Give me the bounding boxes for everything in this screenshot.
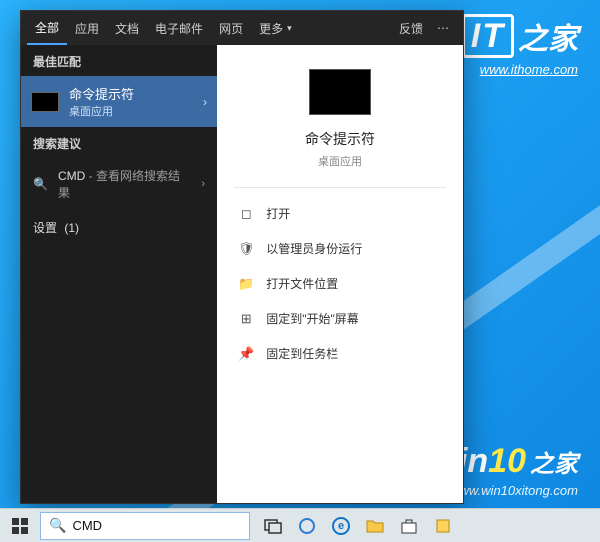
best-match-title: 命令提示符 <box>69 84 193 103</box>
results-left-pane: 最佳匹配 命令提示符 桌面应用 › 搜索建议 🔍 CMD - 查看网络搜索结果 … <box>21 45 217 503</box>
action-pin-start-label: 固定到"开始"屏幕 <box>266 310 359 327</box>
action-admin-label: 以管理员身份运行 <box>266 240 362 257</box>
settings-label: 设置 <box>33 221 57 235</box>
taskbar-search-box[interactable]: 🔍 <box>40 512 250 540</box>
cortana-icon <box>298 517 316 535</box>
search-panel: 全部 应用 文档 电子邮件 网页 更多 ▾ 反馈 ⋯ 最佳匹配 命令提示符 桌面… <box>20 10 464 504</box>
start-button[interactable] <box>0 509 40 542</box>
tab-web[interactable]: 网页 <box>211 11 251 45</box>
task-view-icon <box>264 517 282 535</box>
search-suggestions-label: 搜索建议 <box>21 127 217 158</box>
search-icon: 🔍 <box>49 517 66 534</box>
pin-start-icon: ⊞ <box>238 311 254 327</box>
shield-icon: 🛡 <box>238 241 254 257</box>
action-open[interactable]: ◻ 打开 <box>234 198 446 229</box>
more-options-button[interactable]: ⋯ <box>431 21 457 35</box>
action-run-as-admin[interactable]: 🛡 以管理员身份运行 <box>234 233 446 264</box>
zhijia-text: 之家 <box>530 444 578 479</box>
app-icon <box>434 517 452 535</box>
edge-button[interactable]: e <box>324 509 358 542</box>
preview-title: 命令提示符 <box>305 129 375 149</box>
ithome-url: www.ithome.com <box>462 62 578 77</box>
action-pin-to-taskbar[interactable]: 📌 固定到任务栏 <box>234 338 446 369</box>
action-open-file-location[interactable]: 📁 打开文件位置 <box>234 268 446 299</box>
tab-all[interactable]: 全部 <box>27 11 67 45</box>
chevron-right-icon: › <box>201 178 205 190</box>
task-view-button[interactable] <box>256 509 290 542</box>
app-button[interactable] <box>426 509 460 542</box>
ithome-zhi: 之家 <box>518 14 578 58</box>
chevron-down-icon: ▾ <box>287 23 292 34</box>
action-location-label: 打开文件位置 <box>266 275 338 292</box>
preview-sub: 桌面应用 <box>318 153 362 169</box>
tab-more[interactable]: 更多 ▾ <box>251 11 300 45</box>
best-match-sub: 桌面应用 <box>69 103 193 119</box>
tab-email[interactable]: 电子邮件 <box>147 11 211 45</box>
feedback-link[interactable]: 反馈 <box>391 11 431 45</box>
action-pin-to-start[interactable]: ⊞ 固定到"开始"屏幕 <box>234 303 446 334</box>
store-button[interactable] <box>392 509 426 542</box>
action-pin-taskbar-label: 固定到任务栏 <box>266 345 338 362</box>
tab-apps[interactable]: 应用 <box>67 11 107 45</box>
folder-icon <box>366 517 384 535</box>
suggestion-term: CMD <box>58 169 85 183</box>
open-icon: ◻ <box>238 206 254 222</box>
ithome-it: IT <box>462 14 514 58</box>
file-explorer-button[interactable] <box>358 509 392 542</box>
windows-logo-icon <box>12 518 28 534</box>
store-icon <box>400 517 418 535</box>
folder-icon: 📁 <box>238 276 254 292</box>
preview-pane: 命令提示符 桌面应用 ◻ 打开 🛡 以管理员身份运行 📁 打开文件位置 ⊞ <box>217 45 463 503</box>
ten-text: 10 <box>488 442 526 481</box>
settings-group[interactable]: 设置 (1) <box>21 210 217 245</box>
search-icon: 🔍 <box>33 177 48 191</box>
edge-icon: e <box>332 517 350 535</box>
taskbar: 🔍 e <box>0 508 600 542</box>
cmd-preview-icon <box>309 69 371 115</box>
cmd-thumb-icon <box>31 92 59 112</box>
settings-count: (1) <box>64 221 79 235</box>
expand-arrow-icon[interactable]: › <box>203 95 207 109</box>
tab-more-label: 更多 <box>259 20 283 37</box>
best-match-label: 最佳匹配 <box>21 45 217 76</box>
watermark-ithome: IT 之家 www.ithome.com <box>462 14 578 77</box>
cortana-button[interactable] <box>290 509 324 542</box>
web-suggestion-item[interactable]: 🔍 CMD - 查看网络搜索结果 › <box>21 158 217 210</box>
divider <box>234 187 446 188</box>
filter-tabs: 全部 应用 文档 电子邮件 网页 更多 ▾ 反馈 ⋯ <box>21 11 463 45</box>
pin-taskbar-icon: 📌 <box>238 346 254 362</box>
action-open-label: 打开 <box>266 205 290 222</box>
best-match-item[interactable]: 命令提示符 桌面应用 › <box>21 76 217 127</box>
search-input[interactable] <box>72 518 248 533</box>
tab-documents[interactable]: 文档 <box>107 11 147 45</box>
